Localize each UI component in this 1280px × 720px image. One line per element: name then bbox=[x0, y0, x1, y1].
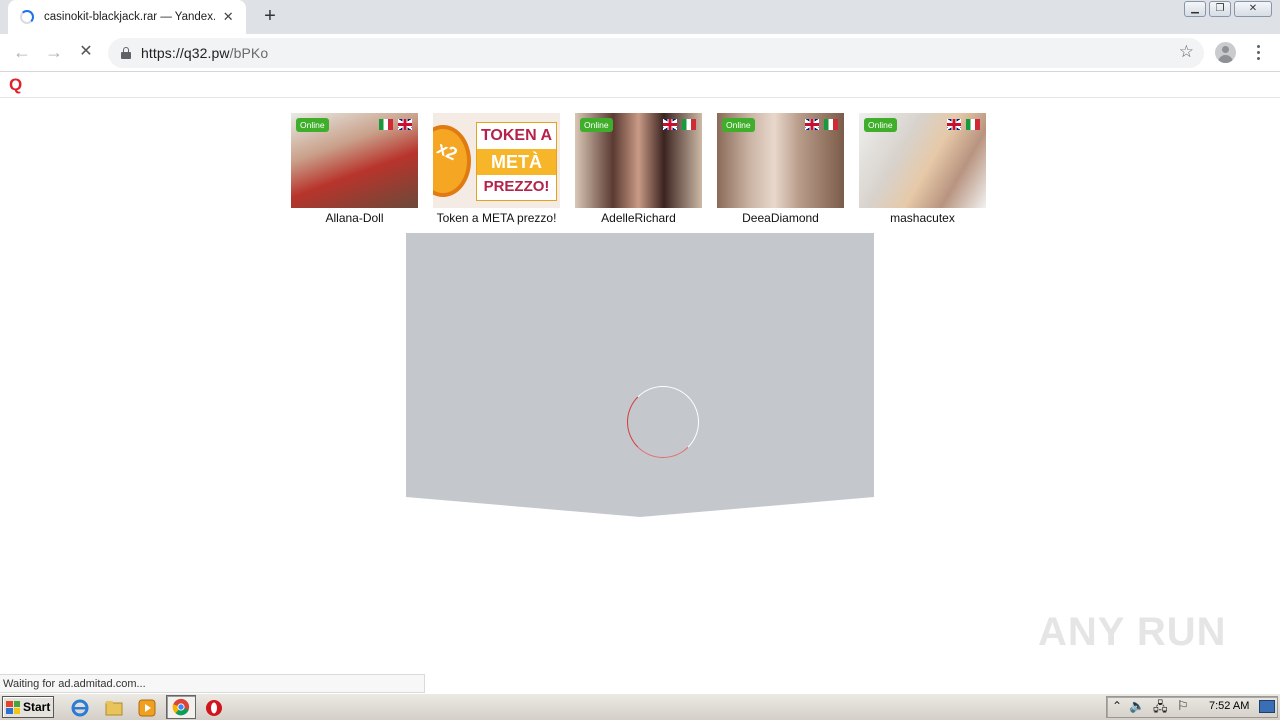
thumbnail-card[interactable]: Online AdelleRichard bbox=[575, 113, 702, 225]
uk-flag-icon bbox=[398, 119, 412, 130]
thumbnail-image[interactable]: Online bbox=[859, 113, 986, 208]
tab-title: casinokit-blackjack.rar — Yandex.Disk bbox=[44, 11, 215, 23]
status-bar: Waiting for ad.admitad.com... bbox=[0, 674, 425, 693]
promo-line: PREZZO! bbox=[483, 178, 550, 195]
thumbnail-name[interactable]: mashacutex bbox=[859, 211, 986, 225]
italy-flag-icon bbox=[682, 119, 696, 130]
online-badge: Online bbox=[722, 118, 755, 132]
thumbnail-card[interactable]: x2 TOKEN A METÀ PREZZO! Token a META pre… bbox=[433, 113, 560, 225]
volume-icon[interactable]: 🔈 bbox=[1129, 698, 1145, 714]
promo-line: TOKEN A bbox=[480, 127, 553, 144]
italy-flag-icon bbox=[824, 119, 838, 130]
uk-flag-icon bbox=[947, 119, 961, 130]
chrome-taskbar-button[interactable] bbox=[166, 695, 196, 719]
site-logo[interactable]: Q bbox=[9, 75, 22, 95]
thumbnail-name[interactable]: DeeaDiamond bbox=[717, 211, 844, 225]
file-explorer-icon[interactable] bbox=[104, 698, 124, 718]
windows-taskbar: Start ⌃ 🔈 🖧 ⚐ 7:52 AM bbox=[0, 693, 1280, 720]
browser-toolbar: ← → ✕ https://q32.pw/bPKo ☆ bbox=[0, 34, 1280, 72]
media-player-icon[interactable] bbox=[137, 698, 157, 718]
bookmark-star-icon[interactable]: ☆ bbox=[1179, 42, 1194, 62]
maximize-button[interactable]: ❐ bbox=[1209, 1, 1231, 17]
italy-flag-icon bbox=[966, 119, 980, 130]
thumbnail-name[interactable]: Allana-Doll bbox=[291, 211, 418, 225]
thumbnail-name[interactable]: AdelleRichard bbox=[575, 211, 702, 225]
forward-button[interactable]: → bbox=[42, 41, 66, 65]
profile-avatar-icon[interactable] bbox=[1215, 42, 1236, 63]
back-button[interactable]: ← bbox=[10, 41, 34, 65]
thumbnail-card[interactable]: Online mashacutex bbox=[859, 113, 986, 225]
start-button[interactable]: Start bbox=[2, 696, 54, 718]
browser-tab[interactable]: casinokit-blackjack.rar — Yandex.Disk ✕ bbox=[8, 0, 246, 34]
thumbnail-card[interactable]: Online Allana-Doll bbox=[291, 113, 418, 225]
promo-banner[interactable]: x2 TOKEN A METÀ PREZZO! bbox=[433, 113, 560, 208]
new-tab-button[interactable]: + bbox=[258, 5, 282, 29]
chrome-icon bbox=[172, 698, 190, 716]
loading-spinner-icon bbox=[20, 10, 34, 24]
minimize-button[interactable]: ▁ bbox=[1184, 1, 1206, 17]
address-bar[interactable]: https://q32.pw/bPKo ☆ bbox=[108, 38, 1204, 68]
system-tray: ⌃ 🔈 🖧 ⚐ bbox=[1106, 696, 1278, 718]
promo-line: METÀ bbox=[477, 149, 556, 175]
anyrun-watermark-logo: ANY RUN bbox=[1038, 610, 1227, 654]
uk-flag-icon bbox=[805, 119, 819, 130]
lock-icon bbox=[121, 47, 131, 59]
ad-placeholder-panel[interactable] bbox=[406, 233, 874, 517]
italy-flag-icon bbox=[379, 119, 393, 130]
browser-menu-icon[interactable] bbox=[1250, 42, 1266, 64]
show-desktop-icon[interactable] bbox=[1259, 700, 1275, 713]
thumbnail-image[interactable]: Online bbox=[717, 113, 844, 208]
online-badge: Online bbox=[864, 118, 897, 132]
thumbnail-card[interactable]: Online DeeaDiamond bbox=[717, 113, 844, 225]
internet-explorer-icon[interactable] bbox=[70, 698, 90, 718]
opera-icon[interactable] bbox=[204, 698, 224, 718]
stop-loading-button[interactable]: ✕ bbox=[74, 41, 98, 65]
close-window-button[interactable]: ✕ bbox=[1234, 1, 1272, 17]
url-text[interactable]: https://q32.pw/bPKo bbox=[141, 45, 268, 61]
close-tab-icon[interactable]: ✕ bbox=[221, 9, 237, 25]
site-header: Q bbox=[0, 72, 1280, 98]
action-center-flag-icon[interactable]: ⚐ bbox=[1177, 698, 1189, 714]
uk-flag-icon bbox=[663, 119, 677, 130]
start-label: Start bbox=[23, 700, 51, 714]
thumbnail-image[interactable]: Online bbox=[575, 113, 702, 208]
thumbnail-image[interactable]: Online bbox=[291, 113, 418, 208]
tab-strip: casinokit-blackjack.rar — Yandex.Disk ✕ … bbox=[0, 0, 1280, 34]
clock[interactable]: 7:52 AM bbox=[1209, 700, 1249, 712]
thumbnail-name[interactable]: Token a META prezzo! bbox=[433, 211, 560, 225]
network-icon[interactable]: 🖧 bbox=[1153, 698, 1168, 720]
online-badge: Online bbox=[580, 118, 613, 132]
show-hidden-icons-icon[interactable]: ⌃ bbox=[1112, 699, 1122, 713]
loading-spinner-icon bbox=[627, 386, 699, 458]
promo-box: TOKEN A METÀ PREZZO! bbox=[476, 122, 557, 201]
online-badge: Online bbox=[296, 118, 329, 132]
windows-logo-icon bbox=[6, 700, 20, 714]
